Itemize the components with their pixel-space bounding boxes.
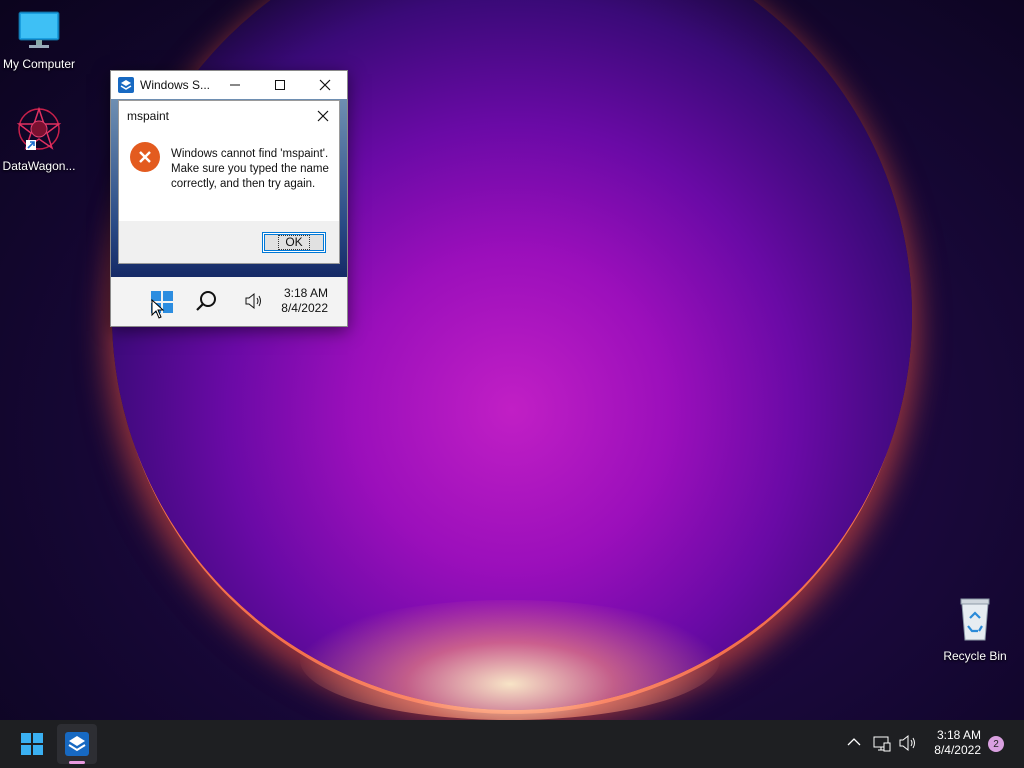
desktop-icon-my-computer[interactable]: My Computer [0,10,81,71]
windows-logo-icon [21,733,43,755]
vm-date: 8/4/2022 [281,301,328,315]
vm-clock[interactable]: 3:18 AM 8/4/2022 [271,286,328,316]
taskbar-time: 3:18 AM [936,728,981,742]
running-indicator [69,761,85,764]
window-title: Windows S... [140,78,211,92]
network-icon [873,736,891,752]
taskbar-date: 8/4/2022 [934,743,981,757]
chevron-up-icon [847,738,861,746]
error-dialog[interactable]: mspaint Windows cannot find 'mspaint'. M… [118,100,340,264]
vm-start-button[interactable] [149,289,175,319]
maximize-icon [274,80,285,90]
taskbar-app-sandbox[interactable] [57,724,97,764]
minimize-button[interactable] [212,71,257,99]
minimize-icon [229,84,240,86]
window-titlebar[interactable]: Windows S... [111,71,347,99]
desktop-icon-recycle-bin[interactable]: Recycle Bin [933,596,1017,663]
close-icon [319,79,330,91]
maximize-button[interactable] [257,71,302,99]
wallpaper-glow [300,600,720,720]
notification-badge[interactable]: 2 [988,736,1004,752]
desktop-icon-datawagon[interactable]: DataWagon... [0,106,81,173]
desktop-icon-label: Recycle Bin [943,649,1007,663]
dialog-title: mspaint [127,109,170,123]
volume-button[interactable] [898,734,918,755]
dialog-close-button[interactable] [313,107,333,125]
network-button[interactable] [873,734,891,755]
desktop-icon-label: DataWagon... [2,159,76,173]
ok-button-label: OK [278,235,310,250]
mouse-cursor-icon [151,299,165,319]
error-icon [130,142,160,172]
taskbar: 3:18 AM 8/4/2022 [0,720,1024,768]
close-button[interactable] [302,71,347,99]
ok-button[interactable]: OK [262,232,326,253]
vm-time: 3:18 AM [283,286,328,300]
start-button[interactable] [12,724,52,764]
sandbox-app-icon [118,77,134,93]
search-icon [196,291,216,311]
vm-taskbar: 3:18 AM 8/4/2022 [111,277,347,326]
sandbox-app-icon [65,732,89,756]
vm-search-button[interactable] [195,289,219,318]
datawagon-icon [16,106,62,150]
monitor-icon [18,11,60,48]
close-icon [317,110,329,122]
dialog-message: Windows cannot find 'mspaint'. Make sure… [171,148,329,190]
show-hidden-icons-button[interactable] [847,736,861,750]
vm-volume-button[interactable] [244,292,264,315]
volume-icon [245,292,261,310]
taskbar-clock[interactable]: 3:18 AM 8/4/2022 [925,728,981,758]
desktop-icon-label: My Computer [2,57,76,71]
volume-icon [899,734,915,752]
recycle-bin-icon [960,598,990,641]
